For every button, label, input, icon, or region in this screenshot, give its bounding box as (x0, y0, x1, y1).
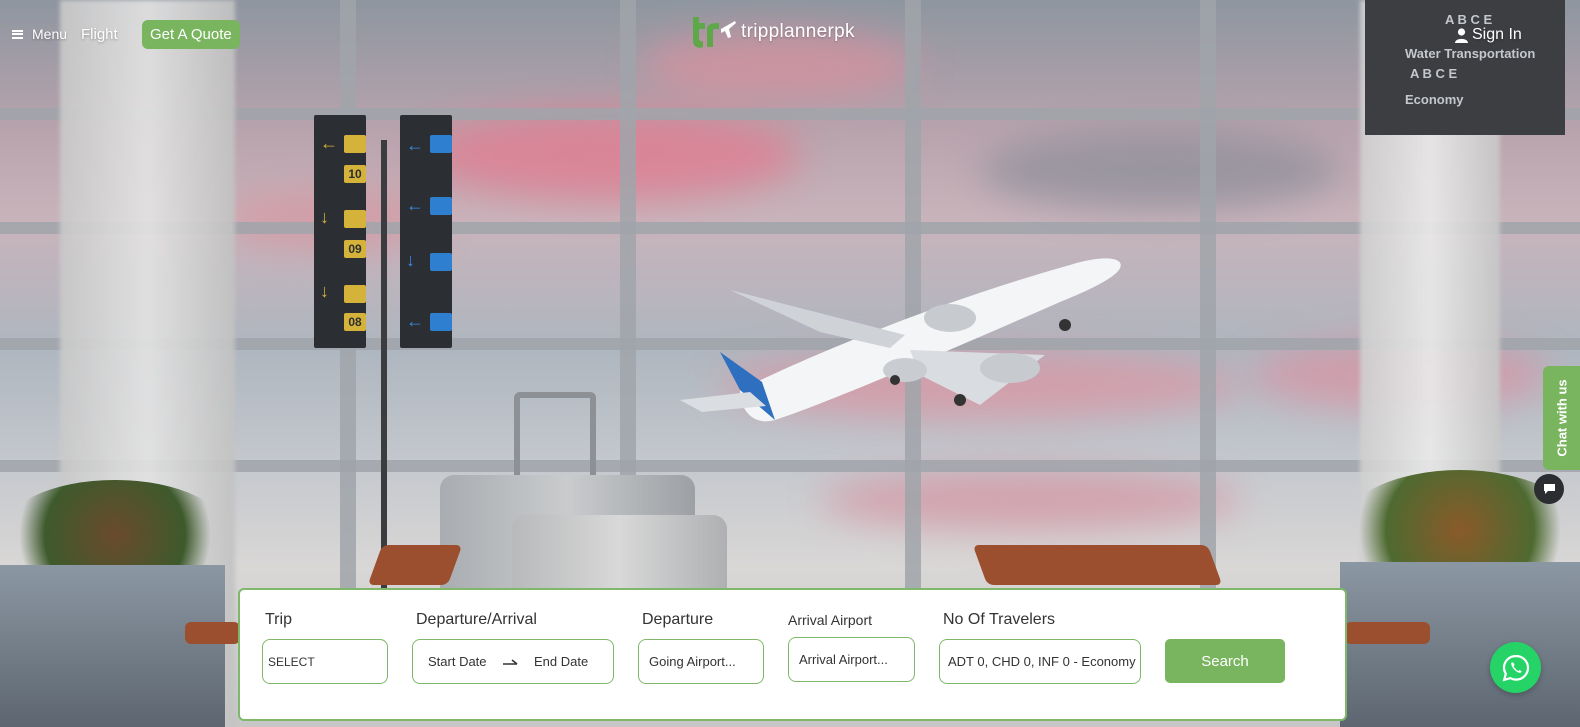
trip-select[interactable]: SELECT (262, 639, 388, 684)
gate-number: 10 (344, 165, 366, 183)
departure-arrival-label: Departure/Arrival (416, 611, 537, 628)
planter (0, 565, 225, 727)
window-frame (1200, 0, 1216, 600)
sign-in-link[interactable]: Sign In (1455, 26, 1522, 44)
top-navbar: Menu Flight Get A Quote tripplannerpk Si… (0, 0, 1580, 70)
menu-button[interactable]: Menu (12, 26, 67, 42)
bench (1345, 622, 1430, 644)
nav-link-flight[interactable]: Flight (81, 26, 118, 43)
cloud (980, 130, 1340, 210)
bench (367, 545, 463, 585)
site-logo[interactable]: tripplannerpk (689, 12, 855, 52)
chat-bubble-button[interactable] (1534, 474, 1564, 504)
end-date-input[interactable]: End Date (534, 654, 588, 669)
whatsapp-icon (1502, 654, 1529, 681)
planter (1340, 562, 1580, 727)
logo-mark-icon (693, 17, 736, 48)
date-range-picker[interactable]: Start Date End Date (412, 639, 614, 684)
get-a-quote-button[interactable]: Get A Quote (142, 20, 240, 49)
gate-sign: ← 10 ↓ 09 ↓ 08 (314, 115, 366, 348)
direction-sign: ← ← ↓ ← (400, 115, 452, 348)
logo-text: tripplannerpk (741, 21, 855, 42)
hamburger-icon (12, 29, 23, 39)
sign-in-label: Sign In (1472, 26, 1522, 43)
board-line: Economy (1405, 92, 1464, 107)
start-date-input[interactable]: Start Date (428, 654, 487, 669)
gate-number: 08 (344, 313, 366, 331)
user-icon (1455, 27, 1468, 43)
luggage-handle (514, 392, 596, 488)
arrow-right-icon (503, 659, 518, 665)
airplane-image (680, 258, 1121, 422)
window-frame (0, 460, 1580, 472)
arrival-airport-label: Arrival Airport (788, 612, 873, 628)
window-frame (0, 222, 1580, 234)
gate-number: 09 (344, 240, 366, 258)
whatsapp-button[interactable] (1490, 642, 1541, 693)
departure-label: Departure (642, 611, 714, 628)
chat-icon (1543, 484, 1555, 494)
window-frame (0, 108, 1580, 120)
cloud (420, 110, 800, 200)
travelers-label: No Of Travelers (943, 611, 1056, 628)
bench (972, 545, 1223, 585)
travelers-select[interactable]: ADT 0, CHD 0, INF 0 - Economy (939, 639, 1141, 684)
trip-label: Trip (265, 611, 292, 628)
bench (185, 622, 240, 644)
flight-search-form: Trip SELECT Departure/Arrival Start Date… (238, 588, 1347, 721)
search-button[interactable]: Search (1165, 639, 1285, 683)
sign-pole (381, 140, 387, 590)
menu-label: Menu (32, 26, 68, 42)
arrival-airport-input[interactable]: Arrival Airport... (788, 637, 915, 682)
departure-airport-input[interactable]: Going Airport... (638, 639, 764, 684)
chat-with-us-tab[interactable]: Chat with us (1543, 366, 1580, 470)
cloud (820, 470, 1240, 530)
chat-tab-label: Chat with us (1554, 379, 1569, 457)
